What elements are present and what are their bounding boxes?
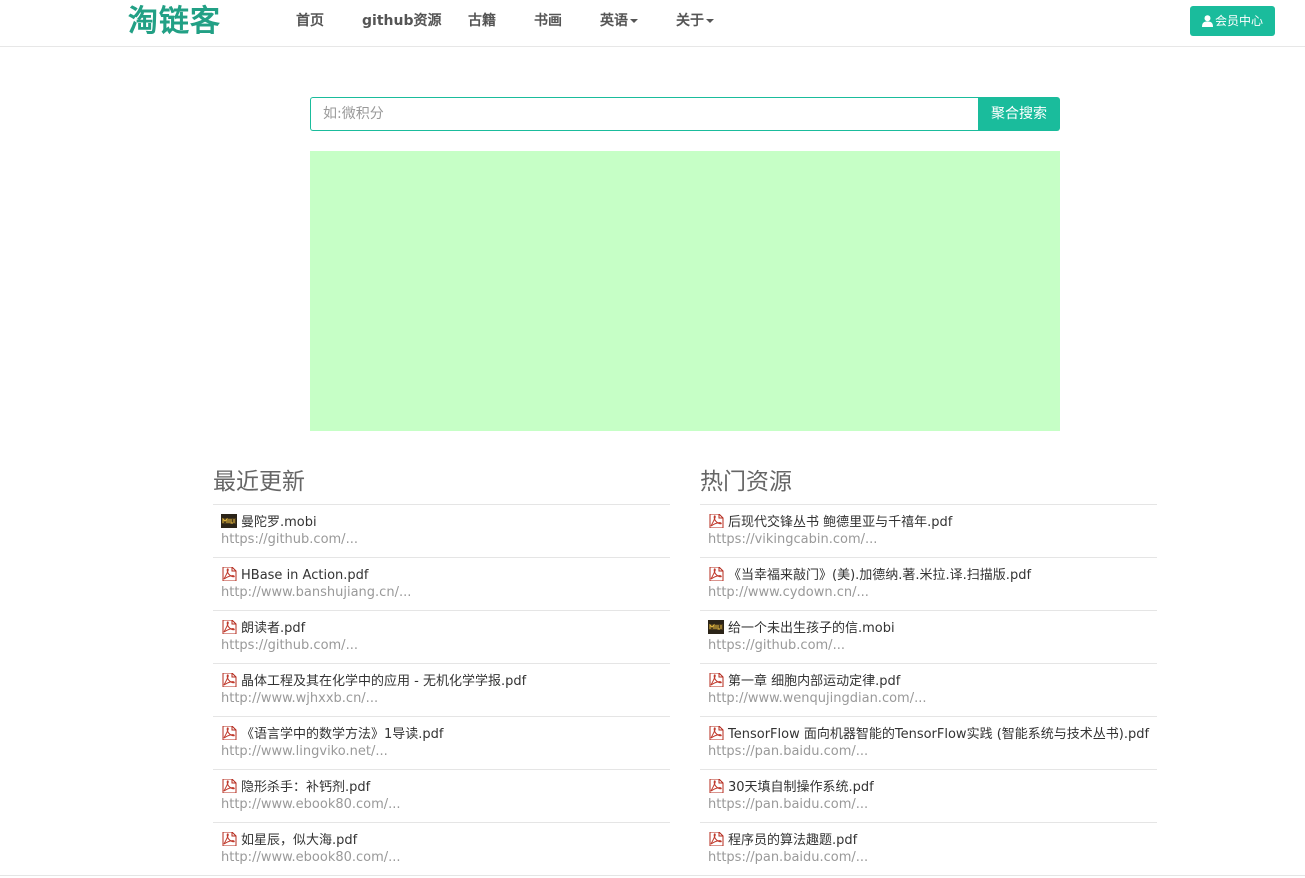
site-logo[interactable]: 淘链客: [128, 4, 221, 40]
resource-title-text: HBase in Action.pdf: [241, 568, 369, 583]
mobi-icon: [708, 620, 724, 634]
list-item[interactable]: 《语言学中的数学方法》1导读.pdf http://www.lingviko.ne…: [213, 717, 670, 770]
resource-url: https://github.com/...: [221, 638, 358, 653]
nav-home[interactable]: 首页: [296, 12, 324, 30]
pdf-icon: [709, 567, 724, 581]
list-item[interactable]: TensorFlow 面向机器智能的TensorFlow实践 (智能系统与技术丛…: [700, 717, 1157, 770]
list-item[interactable]: 30天填自制操作系统.pdf https://pan.baidu.com/...: [700, 770, 1157, 823]
list-item[interactable]: 《当幸福来敲门》(美).加德纳.著.米拉.译.扫描版.pdf http://www…: [700, 558, 1157, 611]
nav-english-label: 英语: [600, 13, 628, 29]
resource-title[interactable]: 《当幸福来敲门》(美).加德纳.著.米拉.译.扫描版.pdf: [708, 567, 1031, 584]
list-item[interactable]: HBase in Action.pdf http://www.banshujian…: [213, 558, 670, 611]
nav-about-label: 关于: [676, 13, 704, 29]
list-item[interactable]: 程序员的算法趣题.pdf https://pan.baidu.com/...: [700, 823, 1157, 876]
pdf-icon: [222, 726, 237, 740]
pdf-icon: [222, 567, 237, 581]
search-button[interactable]: 聚合搜索: [978, 97, 1060, 131]
resource-title[interactable]: TensorFlow 面向机器智能的TensorFlow实践 (智能系统与技术丛…: [708, 726, 1149, 743]
resource-title[interactable]: 给一个未出生孩子的信.mobi: [708, 620, 895, 637]
pdf-icon: [709, 726, 724, 740]
resource-title[interactable]: HBase in Action.pdf: [221, 567, 368, 584]
resource-url: http://www.banshujiang.cn/...: [221, 585, 412, 600]
mobi-icon: [221, 514, 237, 528]
nav-about-dropdown[interactable]: 关于: [676, 12, 714, 30]
caret-down-icon: [706, 19, 714, 23]
resource-title[interactable]: 程序员的算法趣题.pdf: [708, 832, 857, 849]
resource-title-text: 隐形杀手：补钙剂.pdf: [241, 780, 371, 795]
resource-url: http://www.wjhxxb.cn/...: [221, 691, 379, 706]
resource-title-text: 后现代交锋丛书 鲍德里亚与千禧年.pdf: [728, 515, 953, 530]
list-item[interactable]: 后现代交锋丛书 鲍德里亚与千禧年.pdf https://vikingcabin.…: [700, 505, 1157, 558]
resource-title-text: 朗读者.pdf: [241, 621, 306, 636]
resource-title-text: 给一个未出生孩子的信.mobi: [728, 621, 895, 636]
member-center-label: 会员中心: [1214, 14, 1263, 28]
list-item[interactable]: 朗读者.pdf https://github.com/...: [213, 611, 670, 664]
hot-resources-list: 后现代交锋丛书 鲍德里亚与千禧年.pdf https://vikingcabin.…: [700, 505, 1157, 876]
resource-title-text: 曼陀罗.mobi: [241, 515, 317, 530]
recent-updates-panel: 最近更新 曼陀罗.mobi https://github.com/... HBase…: [213, 466, 670, 876]
resource-title-text: TensorFlow 面向机器智能的TensorFlow实践 (智能系统与技术丛…: [728, 727, 1150, 742]
search-input[interactable]: [311, 98, 975, 130]
pdf-icon: [709, 673, 724, 687]
divider: [0, 875, 1305, 876]
list-item[interactable]: 给一个未出生孩子的信.mobi https://github.com/...: [700, 611, 1157, 664]
nav-ancient-books[interactable]: 古籍: [468, 12, 496, 30]
resource-url: http://www.lingviko.net/...: [221, 744, 388, 759]
resource-url: https://github.com/...: [708, 638, 845, 653]
resource-title[interactable]: 曼陀罗.mobi: [221, 514, 317, 531]
recent-updates-heading: 最近更新: [213, 466, 670, 505]
top-navbar: 淘链客 首页 github资源 古籍 书画 英语 关于 会员中心: [0, 0, 1305, 47]
resource-url: https://pan.baidu.com/...: [708, 850, 869, 865]
recent-updates-list: 曼陀罗.mobi https://github.com/... HBase in A…: [213, 505, 670, 876]
list-item[interactable]: 晶体工程及其在化学中的应用 - 无机化学学报.pdf http://www.wjh…: [213, 664, 670, 717]
resource-title[interactable]: 晶体工程及其在化学中的应用 - 无机化学学报.pdf: [221, 673, 526, 690]
ad-banner: [310, 151, 1060, 431]
resource-title-text: 第一章 细胞内部运动定律.pdf: [728, 674, 901, 689]
resource-url: https://pan.baidu.com/...: [708, 744, 869, 759]
resource-url: https://github.com/...: [221, 532, 358, 547]
resource-url: https://vikingcabin.com/...: [708, 532, 878, 547]
resource-url: http://www.ebook80.com/...: [221, 850, 401, 865]
pdf-icon: [222, 673, 237, 687]
resource-title-text: 《语言学中的数学方法》1导读.pdf: [241, 727, 444, 742]
pdf-icon: [222, 779, 237, 793]
nav-calligraphy[interactable]: 书画: [534, 12, 562, 30]
resource-title[interactable]: 《语言学中的数学方法》1导读.pdf: [221, 726, 443, 743]
user-icon: [1201, 15, 1213, 27]
resource-title-text: 晶体工程及其在化学中的应用 - 无机化学学报.pdf: [241, 674, 527, 689]
list-item[interactable]: 曼陀罗.mobi https://github.com/...: [213, 505, 670, 558]
resource-title[interactable]: 第一章 细胞内部运动定律.pdf: [708, 673, 900, 690]
pdf-icon: [222, 620, 237, 634]
pdf-icon: [709, 779, 724, 793]
member-center-button[interactable]: 会员中心: [1190, 6, 1275, 36]
resource-title[interactable]: 朗读者.pdf: [221, 620, 305, 637]
resource-url: https://pan.baidu.com/...: [708, 797, 869, 812]
resource-title-text: 程序员的算法趣题.pdf: [728, 833, 858, 848]
resource-title-text: 30天填自制操作系统.pdf: [728, 780, 874, 795]
resource-title[interactable]: 如星辰，似大海.pdf: [221, 832, 357, 849]
caret-down-icon: [630, 19, 638, 23]
nav-english-dropdown[interactable]: 英语: [600, 12, 638, 30]
nav-github[interactable]: github资源: [362, 12, 441, 30]
pdf-icon: [709, 832, 724, 846]
hot-resources-panel: 热门资源 后现代交锋丛书 鲍德里亚与千禧年.pdf https://vikingc…: [700, 466, 1157, 876]
list-item[interactable]: 第一章 细胞内部运动定律.pdf http://www.wenqujingdian…: [700, 664, 1157, 717]
resource-url: http://www.wenqujingdian.com/...: [708, 691, 927, 706]
resource-url: http://www.cydown.cn/...: [708, 585, 869, 600]
hot-resources-heading: 热门资源: [700, 466, 1157, 505]
list-item[interactable]: 如星辰，似大海.pdf http://www.ebook80.com/...: [213, 823, 670, 876]
list-item[interactable]: 隐形杀手：补钙剂.pdf http://www.ebook80.com/...: [213, 770, 670, 823]
search-box: [310, 97, 979, 131]
resource-title-text: 如星辰，似大海.pdf: [241, 833, 358, 848]
resource-title[interactable]: 隐形杀手：补钙剂.pdf: [221, 779, 370, 796]
resource-title[interactable]: 30天填自制操作系统.pdf: [708, 779, 874, 796]
pdf-icon: [709, 514, 724, 528]
resource-title[interactable]: 后现代交锋丛书 鲍德里亚与千禧年.pdf: [708, 514, 952, 531]
resource-title-text: 《当幸福来敲门》(美).加德纳.著.米拉.译.扫描版.pdf: [728, 568, 1032, 583]
pdf-icon: [222, 832, 237, 846]
resource-url: http://www.ebook80.com/...: [221, 797, 401, 812]
